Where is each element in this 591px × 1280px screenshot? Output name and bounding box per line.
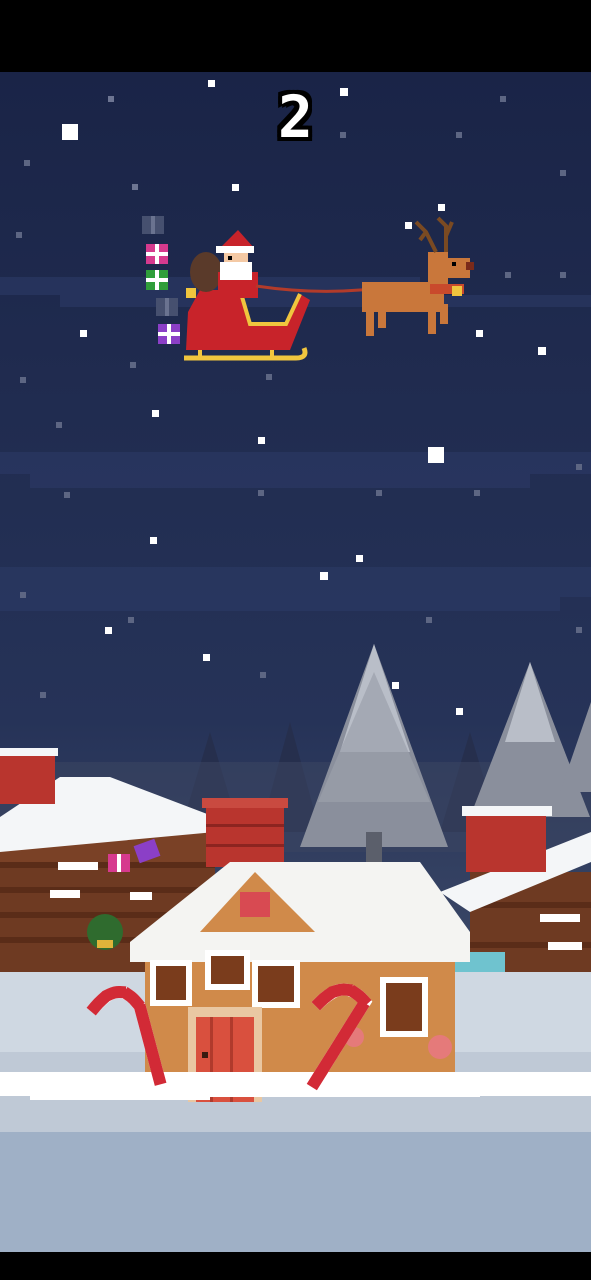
navigation-bar-blackout <box>0 1252 591 1280</box>
score-counter: 2 <box>278 83 313 151</box>
gift-icon <box>156 298 178 316</box>
gift-icon <box>142 216 164 234</box>
gift-icon <box>146 270 168 290</box>
gift-icon <box>158 324 180 344</box>
chimney-icon <box>202 798 288 867</box>
ground-foreground <box>0 1132 591 1252</box>
status-bar-blackout <box>0 0 591 72</box>
game-scene[interactable] <box>0 72 591 1252</box>
gift-icon <box>146 244 168 264</box>
